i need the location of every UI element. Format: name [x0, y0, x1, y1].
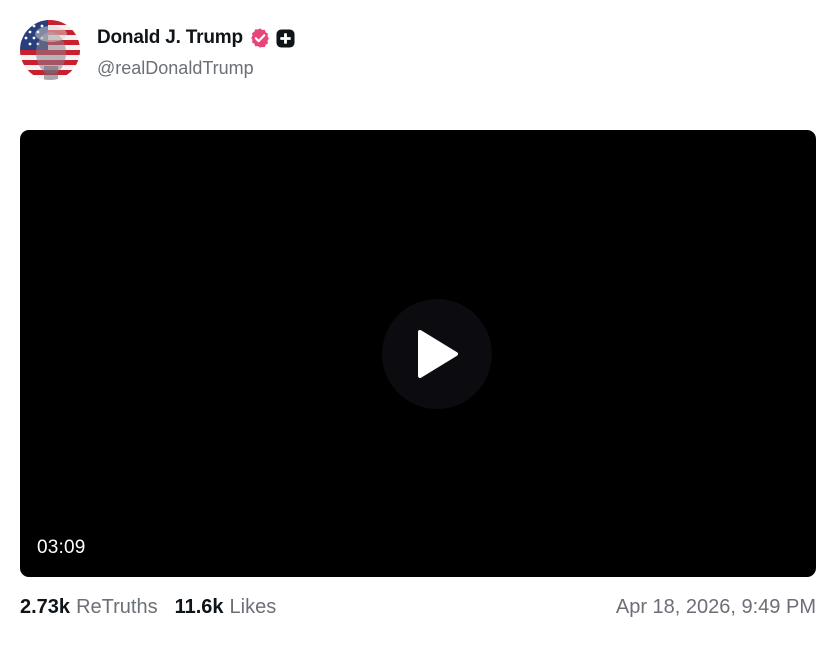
- truth-plus-icon: [276, 28, 295, 48]
- retruths-label: ReTruths: [76, 595, 158, 618]
- play-icon: [418, 330, 458, 378]
- post-header: Donald J. Trump @realDonaldTrump: [20, 20, 295, 82]
- post-timestamp[interactable]: Apr 18, 2026, 9:49 PM: [616, 596, 816, 619]
- user-handle[interactable]: @realDonaldTrump: [97, 58, 295, 79]
- verified-badge-icon: [249, 27, 271, 49]
- avatar[interactable]: [20, 20, 80, 80]
- likes-count: 11.6k: [174, 595, 224, 618]
- video-player[interactable]: 03:09: [20, 130, 816, 577]
- video-duration: 03:09: [37, 537, 86, 558]
- play-button[interactable]: [382, 299, 492, 409]
- display-name[interactable]: Donald J. Trump: [97, 27, 243, 49]
- post-footer: 2.73k ReTruths 11.6k Likes Apr 18, 2026,…: [20, 592, 816, 622]
- likes-stat[interactable]: 11.6k Likes: [175, 596, 277, 619]
- name-row: Donald J. Trump: [97, 26, 295, 50]
- retruths-count: 2.73k: [20, 595, 71, 618]
- flag-face-avatar-icon: [20, 20, 80, 80]
- author-info: Donald J. Trump @realDonaldTrump: [97, 20, 295, 79]
- likes-label: Likes: [229, 595, 277, 618]
- retruths-stat[interactable]: 2.73k ReTruths: [20, 596, 158, 619]
